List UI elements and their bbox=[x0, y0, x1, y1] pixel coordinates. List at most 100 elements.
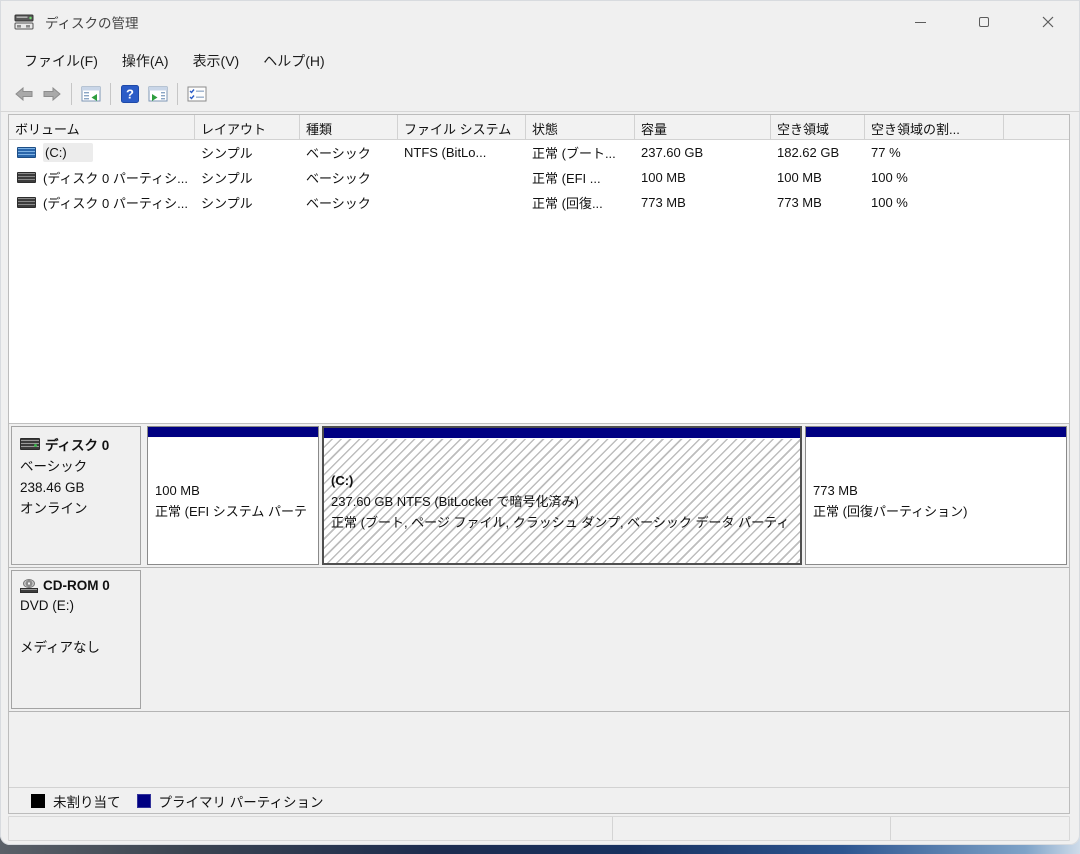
cdrom-media-status: メディアなし bbox=[20, 640, 101, 655]
show-console-tree-icon bbox=[81, 86, 101, 102]
legend-unallocated-swatch bbox=[31, 793, 45, 808]
cdrom-empty-area bbox=[141, 570, 1067, 709]
partition-header-bar bbox=[806, 427, 1066, 438]
toolbar-separator bbox=[177, 83, 178, 105]
volume-capacity: 100 MB bbox=[641, 170, 686, 185]
disk0-size: 238.46 GB bbox=[20, 480, 85, 495]
console-content: ボリューム レイアウト 種類 ファイル システム 状態 容量 空き領域 空き領域… bbox=[8, 114, 1070, 814]
volume-status: 正常 (ブート... bbox=[532, 146, 616, 161]
legend-primary-label: プライマリ パーティション bbox=[158, 794, 324, 810]
cdrom-row: CD-ROM 0 DVD (E:) メディアなし bbox=[9, 568, 1069, 712]
volume-name: (ディスク 0 パーティシ... bbox=[43, 196, 188, 211]
legend-primary-swatch bbox=[136, 793, 151, 808]
close-button[interactable] bbox=[1016, 0, 1080, 44]
disk-management-app-icon bbox=[14, 14, 34, 30]
help-button[interactable]: ? bbox=[116, 81, 144, 107]
partition-efi[interactable]: 100 MB 正常 (EFI システム パーテ bbox=[147, 426, 319, 565]
cdrom-name: CD-ROM 0 bbox=[43, 578, 110, 593]
svg-text:?: ? bbox=[126, 87, 134, 102]
disk0-status: オンライン bbox=[20, 501, 88, 516]
volume-list-pane: ボリューム レイアウト 種類 ファイル システム 状態 容量 空き領域 空き領域… bbox=[9, 115, 1069, 424]
volume-layout: シンプル bbox=[201, 146, 253, 161]
volume-type: ベーシック bbox=[306, 146, 371, 161]
menu-bar: ファイル(F) 操作(A) 表示(V) ヘルプ(H) bbox=[0, 44, 1080, 77]
volume-row-efi[interactable]: (ディスク 0 パーティシ... シンプル ベーシック 正常 (EFI ... … bbox=[9, 165, 1069, 190]
close-icon bbox=[1042, 16, 1054, 28]
disk-management-window: ディスクの管理 ファイル(F) 操作(A) 表示(V) ヘルプ(H) ? ボリュ… bbox=[0, 0, 1080, 845]
column-header-status[interactable]: 状態 bbox=[526, 115, 635, 139]
cdrom-label-panel[interactable]: CD-ROM 0 DVD (E:) メディアなし bbox=[11, 570, 141, 709]
forward-button[interactable] bbox=[38, 81, 66, 107]
graph-pane-filler bbox=[9, 712, 1069, 787]
cdrom-spacer bbox=[20, 616, 134, 637]
disk0-label-panel[interactable]: ディスク 0 ベーシック 238.46 GB オンライン bbox=[11, 426, 141, 565]
volume-drive-icon bbox=[17, 197, 36, 208]
minimize-button[interactable] bbox=[888, 0, 952, 44]
partition-size: 237.60 GB NTFS (BitLocker で暗号化済み) bbox=[331, 493, 579, 509]
back-icon bbox=[15, 87, 33, 101]
partition-size: 100 MB bbox=[155, 483, 200, 498]
minimize-icon bbox=[914, 21, 926, 23]
volume-layout: シンプル bbox=[201, 171, 253, 186]
volume-row-c[interactable]: (C:) シンプル ベーシック NTFS (BitLo... 正常 (ブート..… bbox=[9, 140, 1069, 165]
column-header-free[interactable]: 空き領域 bbox=[771, 115, 865, 139]
cdrom-icon bbox=[20, 578, 38, 593]
column-header-type[interactable]: 種類 bbox=[300, 115, 398, 139]
legend-unallocated-label: 未割り当て bbox=[53, 794, 121, 810]
properties-checklist-button[interactable] bbox=[183, 81, 211, 107]
show-action-pane-button[interactable] bbox=[144, 81, 172, 107]
status-section-2 bbox=[613, 817, 891, 840]
volume-filesystem: NTFS (BitLo... bbox=[404, 145, 487, 160]
back-button[interactable] bbox=[10, 81, 38, 107]
toolbar-separator bbox=[110, 83, 111, 105]
window-title: ディスクの管理 bbox=[45, 16, 139, 31]
volume-table-header: ボリューム レイアウト 種類 ファイル システム 状態 容量 空き領域 空き領域… bbox=[9, 115, 1069, 140]
maximize-button[interactable] bbox=[952, 0, 1016, 44]
disk-icon bbox=[20, 438, 40, 450]
volume-free: 773 MB bbox=[777, 195, 822, 210]
disk0-kind: ベーシック bbox=[20, 459, 88, 474]
properties-checklist-icon bbox=[187, 86, 207, 102]
graphical-view-pane: ディスク 0 ベーシック 238.46 GB オンライン 100 MB 正常 (… bbox=[9, 424, 1069, 813]
volume-type: ベーシック bbox=[306, 171, 371, 186]
menu-file[interactable]: ファイル(F) bbox=[12, 46, 110, 76]
partition-status: 正常 (回復パーティション) bbox=[813, 504, 968, 519]
help-icon: ? bbox=[121, 85, 139, 103]
column-header-volume[interactable]: ボリューム bbox=[9, 115, 195, 139]
partition-status: 正常 (ブート, ページ ファイル, クラッシュ ダンプ, ベーシック データ … bbox=[331, 514, 790, 530]
volume-layout: シンプル bbox=[201, 196, 253, 211]
forward-icon bbox=[43, 87, 61, 101]
partition-label: (C:) bbox=[331, 472, 354, 488]
show-action-pane-icon bbox=[148, 86, 168, 102]
menu-view[interactable]: 表示(V) bbox=[181, 46, 252, 76]
menu-action[interactable]: 操作(A) bbox=[110, 46, 181, 76]
menu-help[interactable]: ヘルプ(H) bbox=[251, 46, 336, 76]
disk0-row: ディスク 0 ベーシック 238.46 GB オンライン 100 MB 正常 (… bbox=[9, 424, 1069, 568]
toolbar-separator bbox=[71, 83, 72, 105]
volume-percent-free: 77 % bbox=[871, 145, 901, 160]
status-bar bbox=[8, 816, 1070, 841]
partition-recovery[interactable]: 773 MB 正常 (回復パーティション) bbox=[805, 426, 1067, 565]
volume-free: 100 MB bbox=[777, 170, 822, 185]
partition-header-bar bbox=[324, 428, 800, 439]
volume-percent-free: 100 % bbox=[871, 195, 908, 210]
toolbar: ? bbox=[0, 77, 1080, 112]
column-header-capacity[interactable]: 容量 bbox=[635, 115, 771, 139]
show-console-tree-button[interactable] bbox=[77, 81, 105, 107]
column-header-percent-free[interactable]: 空き領域の割... bbox=[865, 115, 1004, 139]
partition-status: 正常 (EFI システム パーテ bbox=[155, 504, 307, 519]
volume-row-recovery[interactable]: (ディスク 0 パーティシ... シンプル ベーシック 正常 (回復... 77… bbox=[9, 190, 1069, 215]
disk0-partitions: 100 MB 正常 (EFI システム パーテ (C:) 237.60 GB N… bbox=[147, 426, 1067, 565]
volume-type: ベーシック bbox=[306, 196, 371, 211]
status-section-3 bbox=[891, 817, 1069, 840]
column-header-filesystem[interactable]: ファイル システム bbox=[398, 115, 526, 139]
partition-size: 773 MB bbox=[813, 483, 858, 498]
legend-bar: 未割り当て プライマリ パーティション bbox=[9, 787, 1069, 813]
volume-free: 182.62 GB bbox=[777, 145, 840, 160]
partition-header-bar bbox=[148, 427, 318, 438]
partition-c-selected[interactable]: (C:) 237.60 GB NTFS (BitLocker で暗号化済み) 正… bbox=[322, 426, 802, 565]
volume-drive-icon bbox=[17, 147, 36, 158]
column-header-layout[interactable]: レイアウト bbox=[195, 115, 300, 139]
cdrom-drive: DVD (E:) bbox=[20, 598, 74, 613]
volume-name: (ディスク 0 パーティシ... bbox=[43, 171, 188, 186]
